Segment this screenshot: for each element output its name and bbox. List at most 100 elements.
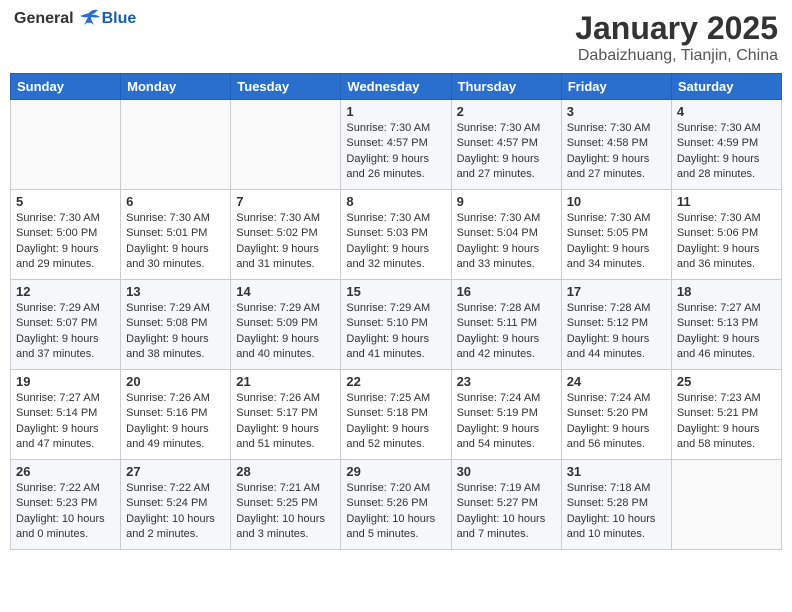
day-info: Sunrise: 7:30 AM Sunset: 4:58 PM Dayligh… <box>567 121 666 183</box>
title-block: January 2025 Dabaizhuang, Tianjin, China <box>575 10 778 65</box>
day-info: Sunrise: 7:30 AM Sunset: 4:59 PM Dayligh… <box>677 121 776 183</box>
weekday-header-saturday: Saturday <box>671 74 781 100</box>
calendar-cell: 28 Sunrise: 7:21 AM Sunset: 5:25 PM Dayli… <box>231 460 341 550</box>
day-number: 22 <box>346 374 445 389</box>
day-info: Sunrise: 7:23 AM Sunset: 5:21 PM Dayligh… <box>677 391 776 453</box>
day-info: Sunrise: 7:30 AM Sunset: 5:03 PM Dayligh… <box>346 211 445 273</box>
calendar-table: SundayMondayTuesdayWednesdayThursdayFrid… <box>10 73 782 550</box>
day-number: 7 <box>236 194 335 209</box>
day-info: Sunrise: 7:30 AM Sunset: 4:57 PM Dayligh… <box>457 121 556 183</box>
calendar-cell: 17Sunrise: 7:28 AM Sunset: 5:12 PM Dayli… <box>561 280 671 370</box>
day-number: 25 <box>677 374 776 389</box>
week-row-3: 19Sunrise: 7:27 AM Sunset: 5:14 PM Dayli… <box>11 370 782 460</box>
day-number: 23 <box>457 374 556 389</box>
calendar-cell: 4Sunrise: 7:30 AM Sunset: 4:59 PM Daylig… <box>671 100 781 190</box>
month-title: January 2025 <box>575 10 778 47</box>
calendar-cell <box>671 460 781 550</box>
weekday-header-monday: Monday <box>121 74 231 100</box>
calendar-cell: 10Sunrise: 7:30 AM Sunset: 5:05 PM Dayli… <box>561 190 671 280</box>
week-row-2: 12Sunrise: 7:29 AM Sunset: 5:07 PM Dayli… <box>11 280 782 370</box>
day-number: 8 <box>346 194 445 209</box>
day-info: Sunrise: 7:21 AM Sunset: 5:25 PM Dayligh… <box>236 481 335 543</box>
weekday-header-tuesday: Tuesday <box>231 74 341 100</box>
day-number: 31 <box>567 464 666 479</box>
day-number: 15 <box>346 284 445 299</box>
day-info: Sunrise: 7:28 AM Sunset: 5:11 PM Dayligh… <box>457 301 556 363</box>
day-number: 6 <box>126 194 225 209</box>
day-number: 28 <box>236 464 335 479</box>
calendar-cell <box>11 100 121 190</box>
weekday-header-sunday: Sunday <box>11 74 121 100</box>
calendar-cell: 8 Sunrise: 7:30 AM Sunset: 5:03 PM Daylig… <box>341 190 451 280</box>
day-number: 24 <box>567 374 666 389</box>
day-info: Sunrise: 7:26 AM Sunset: 5:17 PM Dayligh… <box>236 391 335 453</box>
day-number: 29 <box>346 464 445 479</box>
weekday-header-row: SundayMondayTuesdayWednesdayThursdayFrid… <box>11 74 782 100</box>
day-info: Sunrise: 7:30 AM Sunset: 5:02 PM Dayligh… <box>236 211 335 273</box>
calendar-cell: 20 Sunrise: 7:26 AM Sunset: 5:16 PM Dayli… <box>121 370 231 460</box>
week-row-0: 1 Sunrise: 7:30 AM Sunset: 4:57 PM Daylig… <box>11 100 782 190</box>
calendar-cell: 3 Sunrise: 7:30 AM Sunset: 4:58 PM Daylig… <box>561 100 671 190</box>
day-number: 30 <box>457 464 556 479</box>
calendar-cell: 15 Sunrise: 7:29 AM Sunset: 5:10 PM Dayli… <box>341 280 451 370</box>
logo-blue-text: Blue <box>102 10 137 28</box>
calendar-cell <box>231 100 341 190</box>
calendar-cell: 5Sunrise: 7:30 AM Sunset: 5:00 PM Daylig… <box>11 190 121 280</box>
day-info: Sunrise: 7:30 AM Sunset: 5:05 PM Dayligh… <box>567 211 666 273</box>
day-number: 9 <box>457 194 556 209</box>
calendar-cell: 25 Sunrise: 7:23 AM Sunset: 5:21 PM Dayli… <box>671 370 781 460</box>
day-number: 16 <box>457 284 556 299</box>
day-info: Sunrise: 7:29 AM Sunset: 5:09 PM Dayligh… <box>236 301 335 363</box>
calendar-cell: 11 Sunrise: 7:30 AM Sunset: 5:06 PM Dayli… <box>671 190 781 280</box>
calendar-cell: 14 Sunrise: 7:29 AM Sunset: 5:09 PM Dayli… <box>231 280 341 370</box>
calendar-cell: 29Sunrise: 7:20 AM Sunset: 5:26 PM Dayli… <box>341 460 451 550</box>
day-info: Sunrise: 7:29 AM Sunset: 5:10 PM Dayligh… <box>346 301 445 363</box>
day-number: 19 <box>16 374 115 389</box>
day-number: 20 <box>126 374 225 389</box>
day-info: Sunrise: 7:18 AM Sunset: 5:28 PM Dayligh… <box>567 481 666 543</box>
weekday-header-thursday: Thursday <box>451 74 561 100</box>
calendar-cell: 6 Sunrise: 7:30 AM Sunset: 5:01 PM Daylig… <box>121 190 231 280</box>
calendar-cell: 24 Sunrise: 7:24 AM Sunset: 5:20 PM Dayli… <box>561 370 671 460</box>
day-info: Sunrise: 7:26 AM Sunset: 5:16 PM Dayligh… <box>126 391 225 453</box>
calendar-cell: 16 Sunrise: 7:28 AM Sunset: 5:11 PM Dayli… <box>451 280 561 370</box>
day-number: 11 <box>677 194 776 209</box>
calendar-cell: 23Sunrise: 7:24 AM Sunset: 5:19 PM Dayli… <box>451 370 561 460</box>
day-number: 3 <box>567 104 666 119</box>
day-number: 2 <box>457 104 556 119</box>
calendar-cell: 19Sunrise: 7:27 AM Sunset: 5:14 PM Dayli… <box>11 370 121 460</box>
day-number: 14 <box>236 284 335 299</box>
day-number: 18 <box>677 284 776 299</box>
weekday-header-friday: Friday <box>561 74 671 100</box>
calendar-cell: 1Sunrise: 7:30 AM Sunset: 4:57 PM Daylig… <box>341 100 451 190</box>
day-number: 1 <box>346 104 445 119</box>
calendar-cell: 2 Sunrise: 7:30 AM Sunset: 4:57 PM Daylig… <box>451 100 561 190</box>
day-number: 27 <box>126 464 225 479</box>
calendar-cell: 30 Sunrise: 7:19 AM Sunset: 5:27 PM Dayli… <box>451 460 561 550</box>
day-info: Sunrise: 7:29 AM Sunset: 5:08 PM Dayligh… <box>126 301 225 363</box>
page-header: General Blue January 2025 Dabaizhuang, T… <box>10 10 782 65</box>
calendar-cell: 18 Sunrise: 7:27 AM Sunset: 5:13 PM Dayli… <box>671 280 781 370</box>
day-info: Sunrise: 7:27 AM Sunset: 5:13 PM Dayligh… <box>677 301 776 363</box>
logo-bird-icon <box>78 9 100 27</box>
day-info: Sunrise: 7:22 AM Sunset: 5:24 PM Dayligh… <box>126 481 225 543</box>
calendar-cell: 27 Sunrise: 7:22 AM Sunset: 5:24 PM Dayli… <box>121 460 231 550</box>
calendar-cell: 21 Sunrise: 7:26 AM Sunset: 5:17 PM Dayli… <box>231 370 341 460</box>
day-info: Sunrise: 7:19 AM Sunset: 5:27 PM Dayligh… <box>457 481 556 543</box>
logo: General Blue <box>14 10 136 28</box>
day-info: Sunrise: 7:30 AM Sunset: 5:01 PM Dayligh… <box>126 211 225 273</box>
day-info: Sunrise: 7:28 AM Sunset: 5:12 PM Dayligh… <box>567 301 666 363</box>
calendar-cell <box>121 100 231 190</box>
week-row-4: 26Sunrise: 7:22 AM Sunset: 5:23 PM Dayli… <box>11 460 782 550</box>
day-info: Sunrise: 7:30 AM Sunset: 5:06 PM Dayligh… <box>677 211 776 273</box>
day-number: 12 <box>16 284 115 299</box>
day-number: 26 <box>16 464 115 479</box>
day-info: Sunrise: 7:25 AM Sunset: 5:18 PM Dayligh… <box>346 391 445 453</box>
day-number: 21 <box>236 374 335 389</box>
calendar-cell: 31 Sunrise: 7:18 AM Sunset: 5:28 PM Dayli… <box>561 460 671 550</box>
day-info: Sunrise: 7:24 AM Sunset: 5:20 PM Dayligh… <box>567 391 666 453</box>
day-info: Sunrise: 7:30 AM Sunset: 5:04 PM Dayligh… <box>457 211 556 273</box>
calendar-cell: 9 Sunrise: 7:30 AM Sunset: 5:04 PM Daylig… <box>451 190 561 280</box>
calendar-cell: 13Sunrise: 7:29 AM Sunset: 5:08 PM Dayli… <box>121 280 231 370</box>
weekday-header-wednesday: Wednesday <box>341 74 451 100</box>
